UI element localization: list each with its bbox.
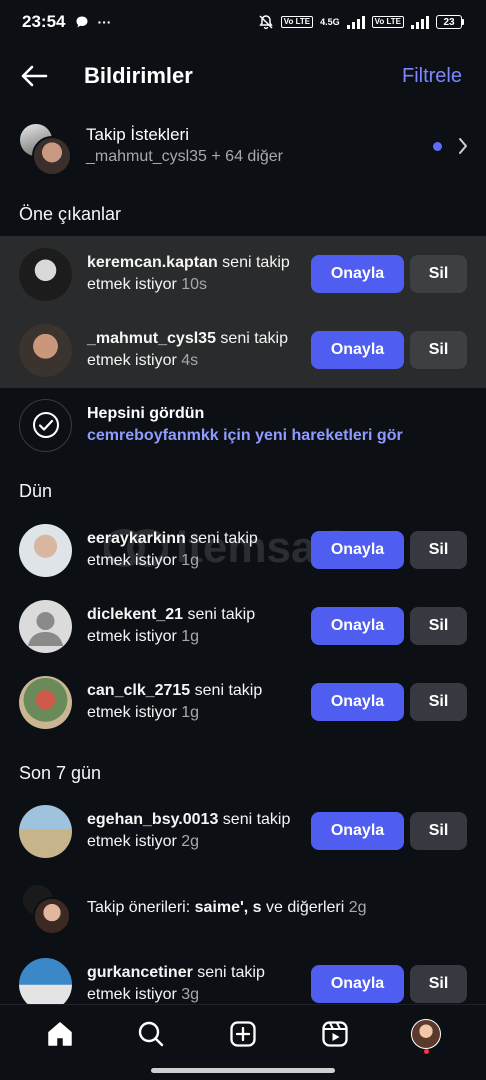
timestamp: 3g [181, 986, 200, 1003]
seen-all-row[interactable]: Hepsini gördün cemreboyfanmkk için yeni … [0, 394, 486, 456]
header: Bildirimler Filtrele [0, 48, 486, 104]
approve-button[interactable]: Onayla [311, 531, 404, 569]
filter-button[interactable]: Filtrele [402, 65, 462, 88]
approve-button[interactable]: Onayla [311, 331, 404, 369]
nav-search[interactable] [131, 1014, 171, 1054]
username[interactable]: can_clk_2715 [87, 682, 190, 699]
approve-button[interactable]: Onayla [311, 812, 404, 850]
timestamp: 2g [348, 899, 367, 916]
notification-dot [424, 1048, 430, 1054]
page-title: Bildirimler [84, 63, 193, 88]
follow-requests-avatars [18, 118, 72, 176]
mute-bell-icon [259, 15, 273, 30]
nav-reels[interactable] [315, 1014, 355, 1054]
delete-button[interactable]: Sil [410, 255, 467, 293]
chat-bubble-icon [76, 16, 88, 28]
follow-requests-row[interactable]: Takip İstekleri _mahmut_cysl35 + 64 diğe… [0, 116, 486, 176]
home-icon [48, 1021, 72, 1046]
create-icon [230, 1020, 256, 1047]
status-bar: 23:54 ··· Vo LTE 4.5G Vo LTE 23 [0, 0, 486, 44]
status-time: 23:54 [22, 12, 66, 31]
approve-button[interactable]: Onayla [311, 255, 404, 293]
follow-requests-title: Takip İstekleri [86, 125, 189, 144]
battery-icon: 23 [436, 15, 464, 29]
delete-button[interactable]: Sil [410, 683, 467, 721]
timestamp: 10s [181, 276, 208, 293]
bottom-navigation [0, 1004, 486, 1062]
nav-create[interactable] [223, 1014, 263, 1054]
section-highlighted: Öne çıkanlar [19, 204, 122, 224]
nav-profile[interactable] [406, 1014, 446, 1054]
timestamp: 1g [181, 704, 200, 721]
battery-level: 23 [436, 15, 462, 29]
section-last-7-days: Son 7 gün [19, 763, 102, 783]
approve-button[interactable]: Onayla [311, 683, 404, 721]
timestamp: 4s [181, 352, 199, 369]
default-avatar-icon[interactable] [19, 599, 72, 653]
approve-button[interactable]: Onayla [311, 607, 404, 645]
network-type: 4.5G [320, 17, 340, 27]
delete-button[interactable]: Sil [410, 965, 467, 1003]
avatar[interactable] [19, 323, 72, 377]
profile-avatar [411, 1018, 442, 1049]
suggestions-text: Takip önerileri: saime', s ve diğerleri … [87, 899, 367, 917]
check-circle-icon [19, 398, 72, 452]
volte-badge-2: Vo LTE [371, 16, 404, 28]
username[interactable]: eeraykarkinn [87, 530, 186, 547]
username[interactable]: _mahmut_cysl35 [87, 330, 216, 347]
more-notifications-icon: ··· [97, 14, 112, 30]
timestamp: 1g [181, 628, 200, 645]
signal-icon-2 [411, 15, 429, 29]
suggestion-avatars [19, 881, 72, 935]
timestamp: 2g [181, 833, 200, 850]
delete-button[interactable]: Sil [410, 812, 467, 850]
list-item[interactable]: diclekent_21 seni takip etmek istiyor 1g… [0, 588, 486, 664]
approve-button[interactable]: Onayla [311, 965, 404, 1003]
timestamp: 1g [181, 552, 200, 569]
back-button[interactable] [18, 60, 50, 92]
username[interactable]: gurkancetiner [87, 964, 193, 981]
reels-icon [321, 1020, 348, 1047]
list-item[interactable]: egehan_bsy.0013 seni takip etmek istiyor… [0, 793, 486, 869]
list-item[interactable]: keremcan.kaptan seni takip etmek istiyor… [0, 236, 486, 312]
avatar[interactable] [19, 675, 72, 729]
signal-icon [346, 15, 365, 29]
suggestions-names[interactable]: saime', s [195, 899, 262, 916]
avatar [33, 897, 71, 935]
chevron-right-icon [459, 138, 467, 154]
arrow-left-icon [21, 65, 48, 87]
follow-suggestions-row[interactable]: Takip önerileri: saime', s ve diğerleri … [0, 880, 486, 936]
suggestions-suffix: ve diğerleri [261, 899, 349, 916]
delete-button[interactable]: Sil [410, 531, 467, 569]
username[interactable]: keremcan.kaptan [87, 254, 218, 271]
username[interactable]: egehan_bsy.0013 [87, 811, 218, 828]
home-indicator[interactable] [151, 1068, 335, 1073]
see-new-activity-link[interactable]: cemreboyfanmkk için yeni hareketleri gör [87, 425, 403, 447]
list-item[interactable]: _mahmut_cysl35 seni takip etmek istiyor … [0, 312, 486, 388]
suggestions-prefix: Takip önerileri: [87, 899, 195, 916]
seen-all-title: Hepsini gördün [87, 405, 205, 422]
delete-button[interactable]: Sil [410, 607, 467, 645]
avatar [32, 136, 72, 176]
nav-home[interactable] [40, 1014, 80, 1054]
search-icon [139, 1021, 164, 1046]
follow-requests-subtitle: _mahmut_cysl35 + 64 diğer [86, 148, 283, 165]
avatar[interactable] [19, 804, 72, 858]
section-yesterday: Dün [19, 481, 53, 501]
delete-button[interactable]: Sil [410, 331, 467, 369]
unread-dot [433, 141, 442, 151]
volte-badge: Vo LTE [280, 16, 314, 28]
avatar[interactable] [19, 957, 72, 1011]
username[interactable]: diclekent_21 [87, 606, 183, 623]
list-item[interactable]: can_clk_2715 seni takip etmek istiyor 1g… [0, 664, 486, 740]
avatar[interactable] [19, 523, 72, 577]
avatar[interactable] [19, 247, 72, 301]
list-item[interactable]: eeraykarkinn seni takip etmek istiyor 1g… [0, 512, 486, 588]
